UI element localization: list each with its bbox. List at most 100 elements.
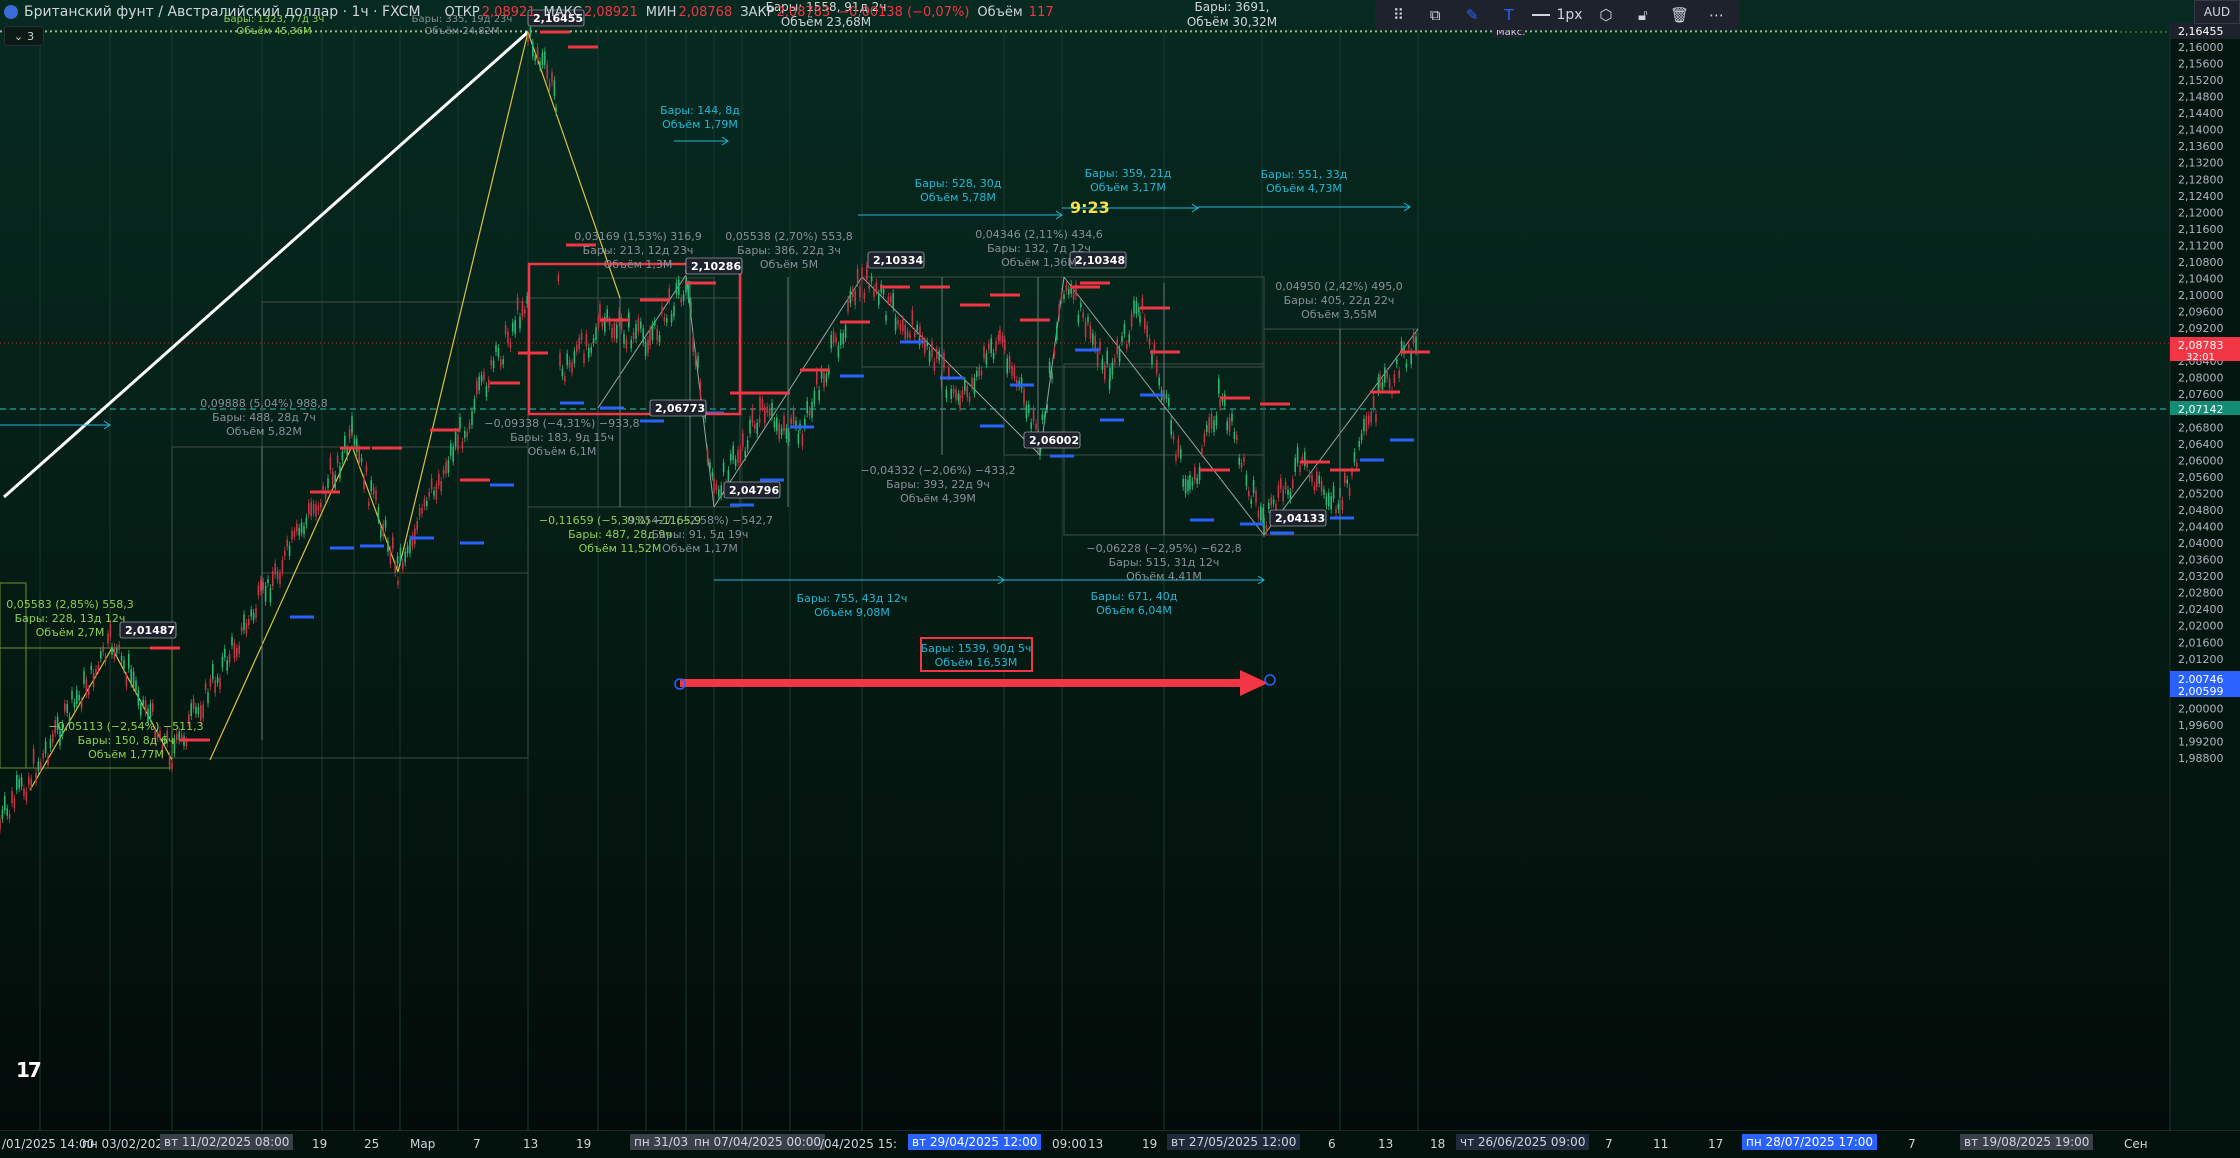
candle-body — [450, 443, 452, 456]
measure-minus-05113: Бары: 150, 8д 6ч — [78, 734, 175, 747]
candle-body — [1375, 414, 1377, 423]
time-axis-label: 13 — [523, 1137, 539, 1151]
candle-body — [360, 457, 363, 463]
settings-icon[interactable]: ⬡ — [1593, 3, 1620, 27]
candle-body — [997, 335, 1000, 341]
indicators-collapse-button[interactable]: ⌄ 3 — [4, 26, 44, 46]
measure-bars-755: Объём 9,08М — [814, 606, 890, 619]
candle-body — [771, 402, 773, 418]
measure-bars-528: Бары: 528, 30д — [915, 177, 1002, 190]
price-tick-label: 2,03600 — [2178, 554, 2224, 567]
candle-body — [264, 585, 267, 602]
candle-body — [116, 648, 118, 654]
candle-body — [346, 448, 348, 457]
currency-button[interactable]: AUD — [2194, 0, 2240, 24]
candle-body — [623, 333, 625, 344]
candle-body — [931, 341, 933, 358]
candle-body — [673, 305, 675, 317]
measure-bars-144: Объём 1,79М — [662, 118, 738, 131]
label-2-10334: 2,10334 — [873, 254, 923, 267]
candle-body — [1156, 359, 1158, 374]
measure-minus-09338: −0,09338 (−4,31%) −933,8 — [484, 417, 639, 430]
more-icon[interactable]: ⋯ — [1703, 3, 1730, 27]
candle-body — [943, 352, 945, 369]
candle-body — [811, 402, 813, 418]
time-axis[interactable]: /01/2025 14:00 пн 03/02/202 вт 11/02/2025 … — [0, 1130, 2240, 1158]
price-tick-label: 2,09200 — [2178, 322, 2224, 335]
candle-body — [1165, 393, 1168, 399]
symbol-title[interactable]: Британский фунт / Австралийский доллар ·… — [24, 4, 421, 20]
price-tick-label: 2,14400 — [2178, 107, 2224, 120]
ohlc-high-key: МАКС — [543, 4, 582, 20]
candle-body — [433, 490, 435, 496]
price-tick-label: 1,99600 — [2178, 719, 2224, 732]
candle-body — [130, 668, 132, 684]
current-price-label-countdown: 32:01 — [2186, 352, 2215, 363]
chart-canvas[interactable]: 2,16000 2,15600 2,15200 2,14800 2,14400 2,140… — [0, 0, 2240, 1157]
candle-body — [1063, 294, 1065, 299]
tradingview-logo-icon[interactable]: 17 — [16, 1058, 42, 1082]
lock-icon[interactable]: 🔓︎ — [1629, 3, 1656, 27]
candle-body — [873, 288, 875, 297]
candle-body — [312, 503, 315, 513]
candle-body — [30, 778, 32, 787]
candle-body — [202, 704, 204, 719]
candle-body — [658, 335, 661, 342]
candle-body — [1177, 439, 1180, 454]
candle-body — [516, 297, 519, 311]
measure-bars-359: Бары: 359, 21д — [1085, 167, 1172, 180]
price-tick-label: 2,10400 — [2178, 272, 2224, 285]
pencil-icon[interactable]: ✎ — [1459, 3, 1486, 27]
candle-body — [1028, 404, 1030, 413]
candle-body — [468, 423, 471, 429]
candle-body — [1130, 313, 1133, 327]
candle-body — [399, 547, 402, 562]
line-width-button[interactable]: 1px — [1532, 7, 1583, 23]
candle-body — [1344, 472, 1346, 483]
candle-body — [394, 564, 396, 573]
candle-body — [341, 451, 344, 461]
candle-body — [1270, 497, 1272, 506]
candle-body — [1084, 321, 1087, 338]
candle-body — [0, 819, 1, 830]
candle-body — [1377, 377, 1380, 392]
trash-icon[interactable]: 🗑︎ — [1666, 3, 1693, 27]
price-tick-label: 2,16000 — [2178, 41, 2224, 54]
candle-body — [666, 318, 668, 323]
drag-handle-icon[interactable]: ⧉ — [1422, 3, 1449, 27]
candle-body — [1219, 399, 1221, 408]
time-axis-label: 19 — [1142, 1137, 1158, 1151]
candle-body — [1252, 480, 1255, 494]
candle-body — [97, 665, 100, 670]
candle-body — [1412, 332, 1415, 343]
candle-body — [948, 367, 950, 377]
candle-body — [992, 352, 995, 360]
candle-body — [649, 329, 651, 346]
candle-body — [471, 411, 473, 425]
time-axis-label: пн 28/07/2025 17:00 — [1742, 1134, 1878, 1150]
line-width-icon — [1532, 14, 1551, 16]
candle-body — [320, 502, 322, 508]
candle-body — [1104, 365, 1106, 380]
candle-body — [1030, 422, 1032, 429]
candle-body — [35, 772, 37, 783]
grid-icon[interactable]: ⠿ — [1385, 3, 1412, 27]
candle-body — [152, 703, 154, 712]
price-tick-label: 2,10000 — [2178, 289, 2224, 302]
time-axis-label: чт 26/06/2025 09:00 — [1456, 1134, 1590, 1150]
candle-body — [720, 485, 722, 497]
candle-body — [512, 322, 514, 332]
candle-body — [555, 107, 557, 113]
candle-body — [293, 530, 296, 537]
candle-body — [1101, 358, 1104, 370]
text-icon[interactable]: T — [1496, 3, 1523, 27]
candle-body — [1386, 371, 1388, 379]
candle-body — [1099, 341, 1101, 351]
candle-body — [647, 339, 649, 353]
candle-body — [76, 689, 78, 704]
candle-body — [1126, 344, 1128, 349]
candle-body — [1025, 404, 1028, 419]
candle-body — [1096, 350, 1099, 367]
top-volume-right: Объём 30,32М — [1187, 15, 1277, 29]
price-tick-label: 2,04000 — [2178, 537, 2224, 550]
